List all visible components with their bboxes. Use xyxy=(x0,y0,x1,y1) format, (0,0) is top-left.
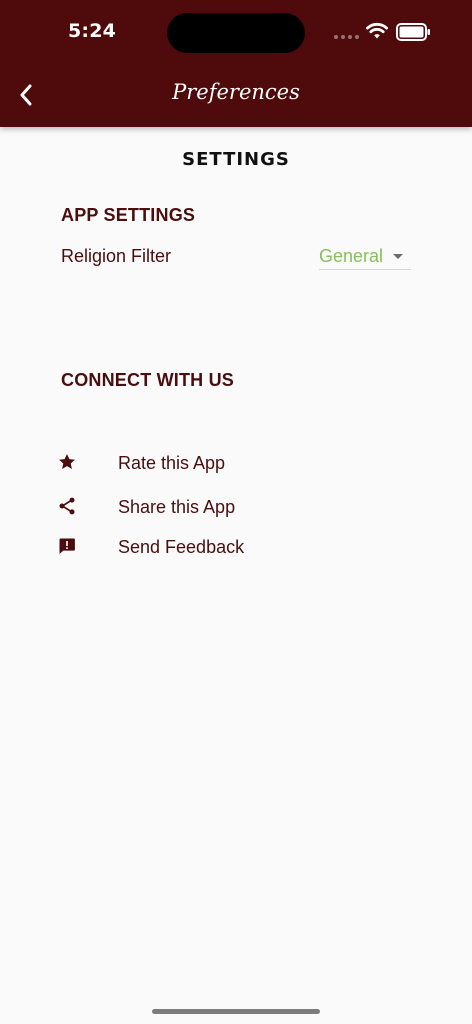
feedback-icon xyxy=(56,535,78,557)
dropdown-arrow-icon xyxy=(393,254,403,259)
share-icon xyxy=(56,495,78,517)
cellular-signal-icon xyxy=(334,35,359,39)
share-app-label: Share this App xyxy=(118,497,236,517)
religion-filter-value: General xyxy=(319,246,384,266)
share-app-button[interactable]: Share this App xyxy=(56,495,356,525)
dynamic-island xyxy=(167,13,305,53)
connect-heading: CONNECT WITH US xyxy=(61,370,234,390)
app-header: 5:24 Preferences xyxy=(0,0,472,127)
star-icon xyxy=(56,451,78,473)
rate-app-button[interactable]: Rate this App xyxy=(56,451,356,481)
rate-app-label: Rate this App xyxy=(118,453,226,473)
send-feedback-label: Send Feedback xyxy=(118,537,245,557)
app-settings-heading: APP SETTINGS xyxy=(61,205,196,225)
battery-icon xyxy=(396,23,430,41)
wifi-icon xyxy=(366,22,388,39)
page-title: SETTINGS xyxy=(182,149,290,170)
status-time: 5:24 xyxy=(68,20,117,42)
home-indicator xyxy=(152,1009,320,1014)
religion-filter-label: Religion Filter xyxy=(61,246,172,266)
header-title: Preferences xyxy=(172,80,300,104)
religion-filter-dropdown[interactable]: General xyxy=(319,244,411,270)
send-feedback-button[interactable]: Send Feedback xyxy=(56,535,356,565)
